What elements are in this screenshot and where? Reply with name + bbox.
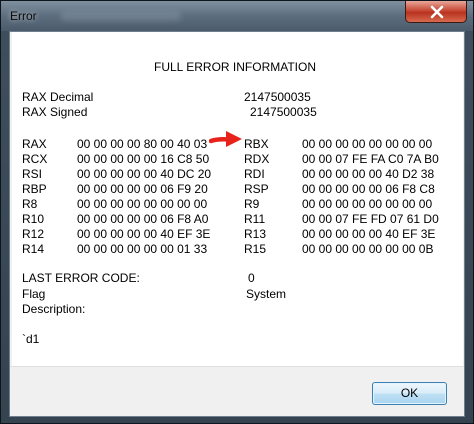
- register-value: 00 00 00 00 00 06 F8 A0: [77, 212, 209, 226]
- register-value: 00 00 00 00 00 06 F9 20: [77, 182, 208, 196]
- register-value: 00 00 00 00 00 00 00 00: [77, 197, 208, 211]
- blurred-title-area: [61, 11, 181, 21]
- register-name: R10: [22, 212, 45, 226]
- register-value: 00 00 00 00 00 40 EF 3E: [302, 227, 436, 241]
- register-name: RSP: [244, 182, 269, 196]
- close-button[interactable]: [405, 1, 467, 23]
- description-value: `d1: [22, 332, 40, 346]
- title-bar[interactable]: Error: [1, 1, 473, 31]
- close-icon: [430, 5, 444, 19]
- register-value: 00 00 07 FE FA C0 7A B0: [302, 152, 439, 166]
- register-name: R14: [22, 242, 45, 256]
- register-value: 00 00 00 00 00 00 00 00: [302, 137, 433, 151]
- register-name: R11: [244, 212, 266, 226]
- rax-signed-label: RAX Signed: [22, 105, 88, 119]
- dialog-heading: FULL ERROR INFORMATION: [154, 60, 317, 74]
- last-error-value: 0: [248, 271, 255, 285]
- footer-divider: [10, 366, 464, 367]
- register-name: RBX: [244, 137, 269, 151]
- register-name: R9: [244, 197, 260, 211]
- register-value: 00 00 00 00 00 40 D2 38: [302, 167, 435, 181]
- register-name: RDI: [244, 167, 265, 181]
- register-value: 00 00 00 00 00 40 EF 3E: [77, 227, 211, 241]
- last-error-label: LAST ERROR CODE:: [22, 271, 140, 285]
- register-name: RAX: [22, 137, 47, 151]
- register-name: R15: [244, 242, 267, 256]
- rax-decimal-label: RAX Decimal: [22, 90, 94, 104]
- rax-decimal-value: 2147500035: [244, 90, 311, 104]
- register-value: 00 00 00 00 00 00 01 33: [77, 242, 208, 256]
- register-name: RSI: [22, 167, 43, 181]
- register-name: RDX: [244, 152, 270, 166]
- error-info-panel: FULL ERROR INFORMATION RAX Decimal 21475…: [12, 32, 463, 366]
- register-name: RCX: [22, 152, 48, 166]
- register-value: 00 00 00 00 00 00 00 00: [302, 197, 433, 211]
- flag-value: System: [246, 287, 287, 301]
- register-value: 00 00 00 00 80 00 40 03: [77, 137, 208, 151]
- register-value: 00 00 00 00 00 06 F8 C8: [302, 182, 435, 196]
- flag-label: Flag: [22, 287, 46, 301]
- rax-signed-value: 2147500035: [250, 105, 317, 119]
- error-window: Error FULL ERROR INFORMATION RAX Decimal…: [0, 0, 474, 424]
- description-label: Description:: [22, 302, 86, 316]
- register-value: 00 00 00 00 00 00 00 0B: [302, 242, 434, 256]
- red-arrow-annotation-icon: [209, 131, 242, 147]
- register-value: 00 00 07 FE FD 07 61 D0: [302, 212, 439, 226]
- register-name: R8: [22, 197, 38, 211]
- window-title: Error: [10, 9, 37, 23]
- register-name: R13: [244, 227, 267, 241]
- ok-button[interactable]: OK: [372, 382, 447, 405]
- dialog-client-area: FULL ERROR INFORMATION RAX Decimal 21475…: [9, 31, 465, 417]
- register-name: R12: [22, 227, 45, 241]
- register-value: 00 00 00 00 00 40 DC 20: [77, 167, 212, 181]
- register-value: 00 00 00 00 00 16 C8 50: [77, 152, 210, 166]
- register-name: RBP: [22, 182, 47, 196]
